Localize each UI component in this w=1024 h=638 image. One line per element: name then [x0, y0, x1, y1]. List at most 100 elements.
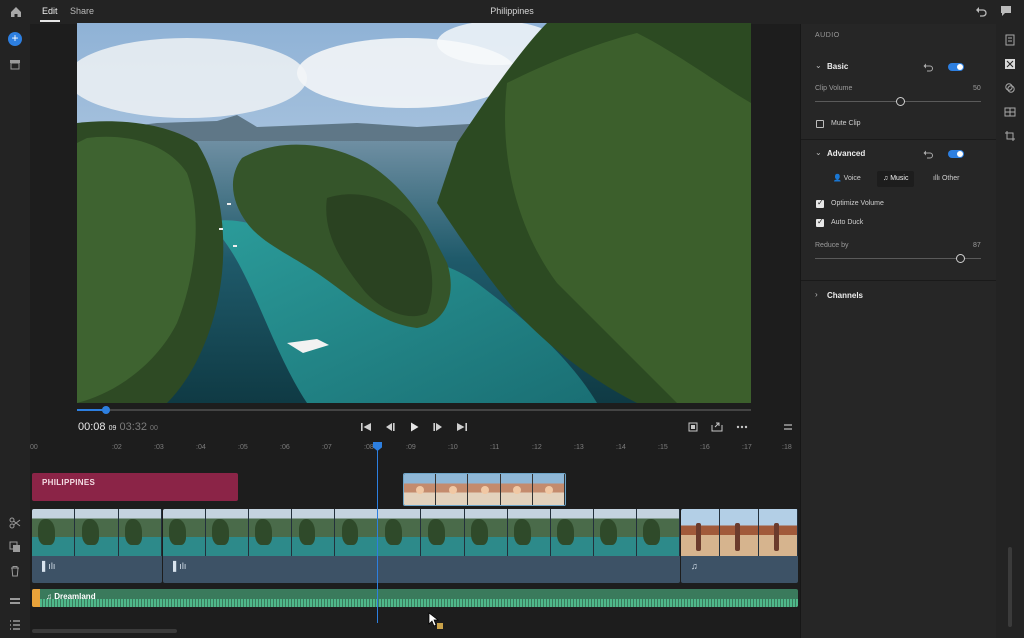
type-music-label: Music — [890, 175, 909, 182]
video-clip[interactable]: ▌ılı — [32, 509, 162, 583]
clip-volume-slider[interactable] — [815, 97, 981, 106]
collapse-icon[interactable] — [783, 423, 793, 431]
color-icon[interactable] — [1004, 82, 1016, 94]
type-voice[interactable]: 👤 Voice — [827, 171, 867, 187]
section-channels[interactable]: Channels — [827, 291, 863, 300]
chevron-right-icon[interactable]: › — [815, 290, 818, 299]
clip-thumbnail — [464, 509, 508, 556]
clip-thumbnail — [335, 509, 379, 556]
trash-icon[interactable] — [9, 565, 21, 577]
undo-icon[interactable] — [975, 5, 987, 17]
clip-thumbnail — [421, 509, 465, 556]
transform-icon[interactable] — [1004, 58, 1016, 70]
auto-duck-checkbox[interactable] — [816, 217, 824, 227]
total-time: 03:32 — [119, 421, 147, 433]
crop-icon[interactable] — [1004, 130, 1016, 142]
basic-toggle[interactable] — [948, 63, 964, 71]
ruler-tick: :17 — [742, 444, 752, 451]
divider — [801, 280, 997, 281]
title-clip[interactable]: PHILIPPINES — [32, 473, 238, 501]
music-clip-handle[interactable] — [32, 589, 40, 607]
ruler-tick: :13 — [574, 444, 584, 451]
section-advanced[interactable]: Advanced — [827, 149, 865, 158]
optimize-volume-label: Optimize Volume — [831, 200, 884, 207]
waveform-icon: ▌ılı — [42, 561, 56, 571]
video-preview[interactable] — [77, 23, 751, 403]
auto-duck-label: Auto Duck — [831, 219, 864, 226]
type-music[interactable]: ♫ Music — [877, 171, 915, 187]
person-icon: 👤 — [833, 175, 842, 182]
ruler-tick: :11 — [490, 444, 500, 451]
video-clip[interactable]: ▌ılı — [163, 509, 680, 583]
mouse-cursor — [428, 612, 443, 629]
type-voice-label: Voice — [843, 175, 861, 182]
overlay-thumbnail — [532, 474, 565, 505]
title-clip-label: PHILIPPINES — [42, 478, 96, 487]
clip-thumbnail — [249, 509, 293, 556]
clip-thumbnail — [759, 509, 798, 556]
clip-thumbnail — [163, 509, 207, 556]
section-basic[interactable]: Basic — [827, 62, 848, 71]
type-other-label: Other — [941, 175, 960, 182]
preview-scrubber[interactable] — [77, 406, 751, 414]
clip-volume-label: Clip Volume — [815, 85, 853, 92]
clip-thumbnail — [118, 509, 162, 556]
waveform-icon: ıllı — [933, 175, 940, 182]
scrubber-handle[interactable] — [102, 406, 110, 414]
chevron-down-icon[interactable]: ⌄ — [815, 61, 822, 70]
step-back-icon[interactable] — [383, 420, 397, 434]
play-icon[interactable] — [407, 420, 421, 434]
timeline-scrollbar[interactable] — [32, 629, 177, 633]
export-frame-icon[interactable] — [710, 420, 724, 434]
overlay-clip[interactable] — [403, 473, 566, 506]
aspect-icon[interactable] — [1004, 106, 1016, 118]
audio-panel: AUDIO ⌄ Basic Clip Volume 50 Mute Clip ⌄… — [800, 24, 997, 638]
top-bar: Edit Share Philippines — [0, 0, 1024, 24]
scissors-icon[interactable] — [9, 517, 21, 529]
clip-thumbnail — [636, 509, 680, 556]
fit-icon[interactable] — [686, 420, 700, 434]
reduce-by-value: 87 — [973, 242, 981, 249]
clip-volume-knob[interactable] — [896, 97, 905, 106]
clip-thumbnail — [593, 509, 637, 556]
panel-scrollbar[interactable] — [1008, 547, 1012, 627]
more-icon[interactable] — [735, 420, 749, 434]
clip-thumbnail — [550, 509, 594, 556]
waveform-icon: ▌ılı — [173, 561, 187, 571]
total-frames: 00 — [150, 425, 158, 432]
preview-frame — [77, 23, 751, 403]
media-bin-icon[interactable] — [9, 58, 21, 70]
comment-icon[interactable] — [1000, 5, 1012, 17]
skip-back-icon[interactable] — [359, 420, 373, 434]
adjust-icon[interactable] — [1004, 34, 1016, 46]
list-icon[interactable] — [9, 619, 21, 631]
chevron-down-icon[interactable]: ⌄ — [815, 148, 822, 157]
reset-icon[interactable] — [923, 149, 933, 159]
video-clip[interactable]: ♫ — [681, 509, 798, 583]
music-clip[interactable]: ♫ Dreamland — [32, 589, 798, 607]
reset-icon[interactable] — [923, 62, 933, 72]
timeline-ruler[interactable]: 00 :02 :03 :04 :05 :06 :07 :08 :09 :10 :… — [30, 442, 798, 456]
music-clip-name: Dreamland — [54, 592, 96, 601]
duplicate-icon[interactable] — [9, 541, 21, 553]
mute-clip-label: Mute Clip — [831, 120, 861, 127]
music-clip-label: ♫ Dreamland — [46, 592, 96, 601]
ruler-tick: :10 — [448, 444, 458, 451]
reduce-by-slider[interactable] — [815, 254, 981, 263]
ruler-tick: :12 — [532, 444, 542, 451]
mute-clip-checkbox[interactable] — [816, 120, 824, 128]
overlay-thumbnail — [500, 474, 533, 505]
optimize-volume-checkbox[interactable] — [816, 198, 824, 208]
add-media-icon[interactable]: + — [8, 32, 22, 46]
advanced-toggle[interactable] — [948, 150, 964, 158]
track-icon[interactable] — [9, 595, 21, 607]
step-forward-icon[interactable] — [431, 420, 445, 434]
clip-thumbnail — [32, 509, 76, 556]
ruler-tick: :07 — [322, 444, 332, 451]
reduce-by-knob[interactable] — [956, 254, 965, 263]
skip-forward-icon[interactable] — [455, 420, 469, 434]
ruler-tick: :06 — [280, 444, 290, 451]
divider — [801, 139, 997, 140]
left-toolbar: + — [0, 24, 30, 638]
type-other[interactable]: ıllı Other — [927, 171, 965, 187]
